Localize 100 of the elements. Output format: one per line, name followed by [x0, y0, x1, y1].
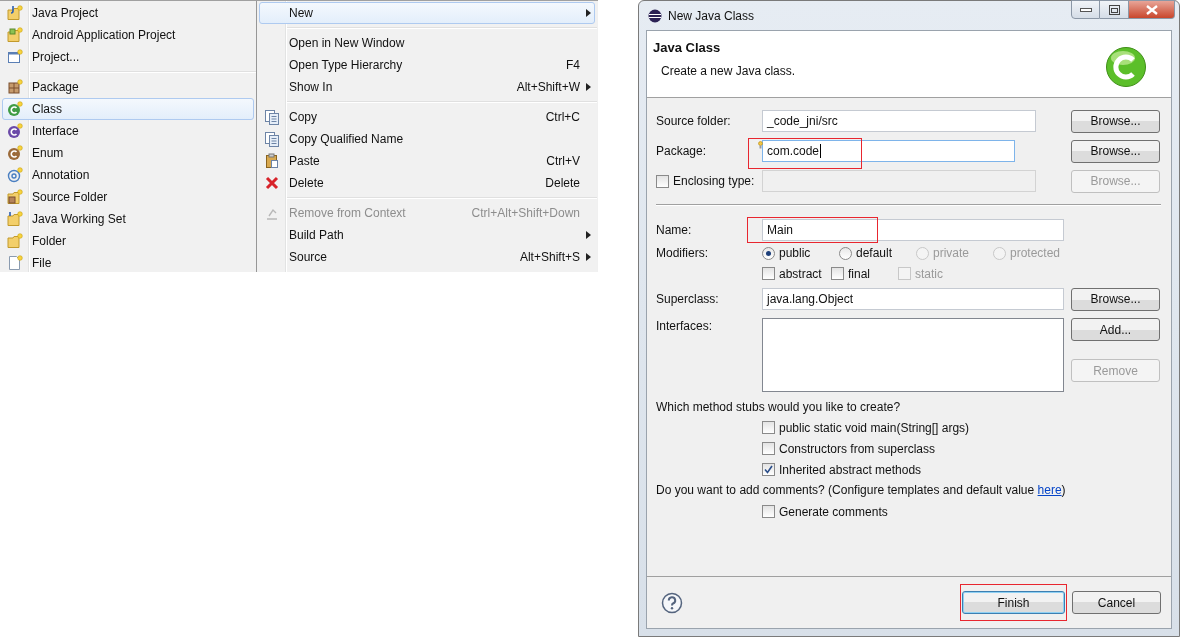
submenu-arrow-icon — [586, 231, 591, 239]
menu-item[interactable]: File — [2, 252, 254, 272]
checkbox-label: Inherited abstract methods — [779, 462, 922, 477]
name-field[interactable]: Main — [762, 219, 1064, 241]
cancel-button[interactable]: Cancel — [1072, 591, 1161, 614]
menu-item[interactable]: Copy Ctrl+C — [259, 106, 595, 128]
shortcut-text: Ctrl+Alt+Shift+Down — [471, 206, 580, 220]
radio-label: default — [856, 246, 893, 260]
menu-item[interactable]: Folder — [2, 230, 254, 252]
menu-item[interactable]: Open in New Window — [259, 32, 595, 54]
menu-item[interactable]: Annotation — [2, 164, 254, 186]
menu-item[interactable]: Show In Alt+Shift+W — [259, 76, 595, 98]
source-folder-icon — [7, 189, 23, 205]
checkbox-label: final — [848, 266, 870, 281]
shortcut-text: Alt+Shift+W — [516, 80, 580, 94]
menu-item[interactable]: Enum — [2, 142, 254, 164]
menu-item[interactable]: Java Working Set — [2, 208, 254, 230]
enum-icon — [7, 145, 23, 161]
close-button[interactable] — [1129, 0, 1175, 19]
field-label: Source folder: — [656, 114, 732, 128]
checkbox-label: static — [915, 266, 943, 281]
minimize-button[interactable] — [1071, 0, 1100, 19]
radio-button[interactable] — [762, 246, 775, 260]
menu-item[interactable]: Source Alt+Shift+S — [259, 246, 595, 268]
shortcut-text: Alt+Shift+S — [519, 250, 580, 264]
submenu-arrow-icon — [586, 9, 591, 17]
window-title: New Java Class — [668, 8, 755, 23]
menu-item[interactable]: New — [259, 2, 595, 24]
question-text: Do you want to add comments? (Configure templates and default value here) — [656, 482, 1067, 499]
menu-item[interactable]: Class — [2, 98, 254, 120]
menu-item[interactable]: Paste Ctrl+V — [259, 150, 595, 172]
class-logo-icon — [1105, 46, 1147, 88]
interface-icon — [7, 123, 23, 139]
checkbox[interactable] — [831, 267, 844, 280]
checkbox[interactable] — [762, 442, 775, 455]
lightbulb-icon — [758, 141, 763, 149]
page-description: Create a new Java class. — [660, 64, 796, 78]
shortcut-text: Ctrl+C — [545, 110, 580, 124]
field-label: Modifiers: — [656, 246, 709, 260]
restore-icon — [1108, 4, 1120, 15]
package-field[interactable]: com.code — [762, 140, 1015, 162]
menu-item[interactable]: Interface — [2, 120, 254, 142]
checkbox[interactable] — [762, 267, 775, 280]
radio-button[interactable] — [839, 246, 852, 260]
checkbox-label: Constructors from superclass — [779, 441, 936, 456]
at-sign-icon — [7, 167, 23, 183]
browse-button[interactable]: Browse... — [1071, 139, 1160, 163]
checkbox[interactable] — [762, 463, 775, 476]
menu-item[interactable]: Copy Qualified Name — [259, 128, 595, 150]
shortcut-text: Delete — [545, 176, 580, 190]
field-label: Package: — [656, 144, 708, 158]
eclipse-icon — [648, 8, 662, 23]
checkbox-label: Generate comments — [779, 504, 888, 519]
minimize-icon — [1079, 7, 1092, 12]
field-label: Interfaces: — [656, 318, 714, 333]
radio-label: protected — [1010, 246, 1061, 260]
folder-icon — [7, 233, 23, 249]
menu-item[interactable]: Java Project — [2, 2, 254, 24]
help-icon[interactable] — [661, 591, 683, 614]
submenu-arrow-icon — [586, 253, 591, 261]
menu-item[interactable]: Project... — [2, 46, 254, 68]
file-icon — [7, 255, 23, 271]
menu-item[interactable]: Delete Delete — [259, 172, 595, 194]
browse-button[interactable]: Browse... — [1071, 109, 1160, 133]
superclass-field[interactable]: java.lang.Object — [762, 288, 1064, 310]
browse-button[interactable]: Browse... — [1071, 287, 1160, 311]
window-icon — [7, 49, 23, 65]
checkbox-label: abstract — [779, 266, 822, 281]
submenu-arrow-icon — [586, 83, 591, 91]
here-link[interactable]: here — [1037, 483, 1062, 497]
delete-icon — [264, 175, 280, 191]
package-icon — [7, 79, 23, 95]
field-label: Superclass: — [656, 292, 720, 306]
close-icon — [1145, 4, 1158, 15]
question-text: Which method stubs would you like to create? — [656, 398, 902, 416]
page-title: Java Class — [653, 40, 722, 55]
menu-item[interactable]: Package — [2, 76, 254, 98]
maximize-button[interactable] — [1100, 0, 1129, 19]
checkbox[interactable] — [656, 174, 669, 188]
menu-item[interactable]: Android Application Project — [2, 24, 254, 46]
paste-icon — [264, 153, 280, 169]
finish-button[interactable]: Finish — [962, 591, 1065, 614]
add-button[interactable]: Add... — [1071, 318, 1160, 341]
shortcut-text: F4 — [566, 58, 580, 72]
copy-icon — [264, 109, 280, 125]
interfaces-list[interactable] — [762, 318, 1064, 392]
checkbox-label: Enclosing type: — [673, 174, 755, 188]
source-folder-field[interactable]: _code_jni/src — [762, 110, 1036, 132]
copy-icon — [264, 131, 280, 147]
class-icon — [7, 101, 23, 117]
project-folder-icon — [7, 5, 23, 21]
folder-icon — [7, 211, 23, 227]
radio-label: public — [779, 246, 811, 260]
menu-item[interactable]: Open Type Hierarchy F4 — [259, 54, 595, 76]
menu-item[interactable]: Build Path — [259, 224, 595, 246]
menu-item[interactable]: Source Folder — [2, 186, 254, 208]
shortcut-text: Ctrl+V — [546, 154, 580, 168]
checkbox[interactable] — [762, 421, 775, 434]
radio-label: private — [933, 246, 970, 260]
checkbox[interactable] — [762, 505, 775, 518]
